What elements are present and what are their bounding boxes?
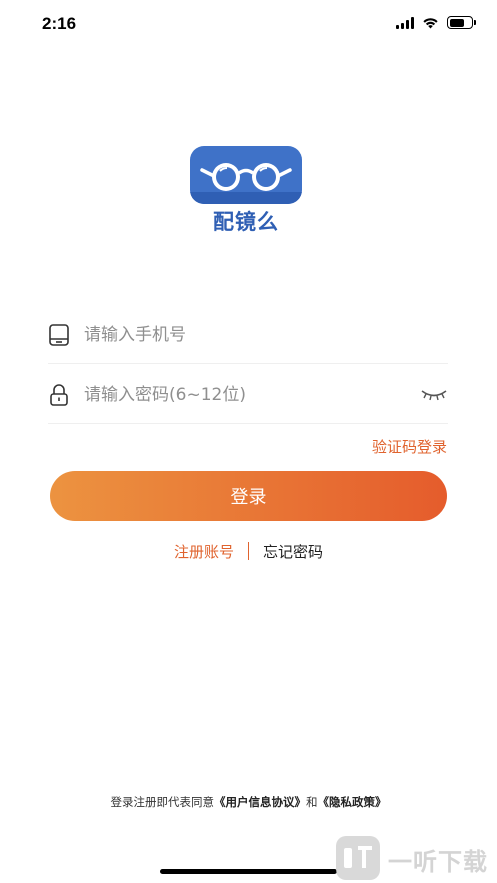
links-divider bbox=[248, 542, 249, 560]
agreement-conjunction: 和 bbox=[306, 795, 318, 809]
phone-field-row bbox=[48, 306, 448, 364]
password-input[interactable] bbox=[84, 378, 414, 412]
account-links: 注册账号 忘记密码 bbox=[0, 541, 497, 562]
battery-icon bbox=[447, 16, 476, 29]
glasses-logo-icon bbox=[190, 146, 302, 204]
eye-closed-icon[interactable] bbox=[420, 388, 448, 402]
watermark: 一听下载 bbox=[336, 836, 497, 883]
app-logo: 配镜么 bbox=[190, 146, 304, 238]
user-agreement-link[interactable]: 《用户信息协议》 bbox=[214, 795, 306, 809]
watermark-text: 一听下载 bbox=[388, 848, 488, 876]
phone-input[interactable] bbox=[84, 318, 414, 352]
status-time: 2:16 bbox=[42, 14, 77, 33]
privacy-policy-link[interactable]: 《隐私政策》 bbox=[318, 795, 387, 809]
watermark-logo-icon bbox=[336, 836, 380, 880]
agreement-prefix: 登录注册即代表同意 bbox=[110, 795, 215, 809]
phone-icon bbox=[49, 324, 69, 346]
agreement-text: 登录注册即代表同意《用户信息协议》和《隐私政策》 bbox=[0, 794, 497, 810]
status-icons bbox=[396, 16, 476, 29]
login-button[interactable]: 登录 bbox=[50, 471, 447, 521]
lock-icon bbox=[50, 384, 68, 406]
cellular-signal-icon bbox=[396, 16, 414, 29]
register-link[interactable]: 注册账号 bbox=[174, 543, 234, 561]
sms-code-login-link[interactable]: 验证码登录 bbox=[372, 436, 447, 457]
password-field-row bbox=[48, 366, 448, 424]
logo-text: 配镜么 bbox=[213, 210, 279, 234]
forgot-password-link[interactable]: 忘记密码 bbox=[263, 543, 323, 561]
wifi-icon bbox=[423, 18, 438, 29]
status-bar: 2:16 bbox=[0, 0, 497, 48]
home-indicator[interactable] bbox=[160, 869, 337, 874]
